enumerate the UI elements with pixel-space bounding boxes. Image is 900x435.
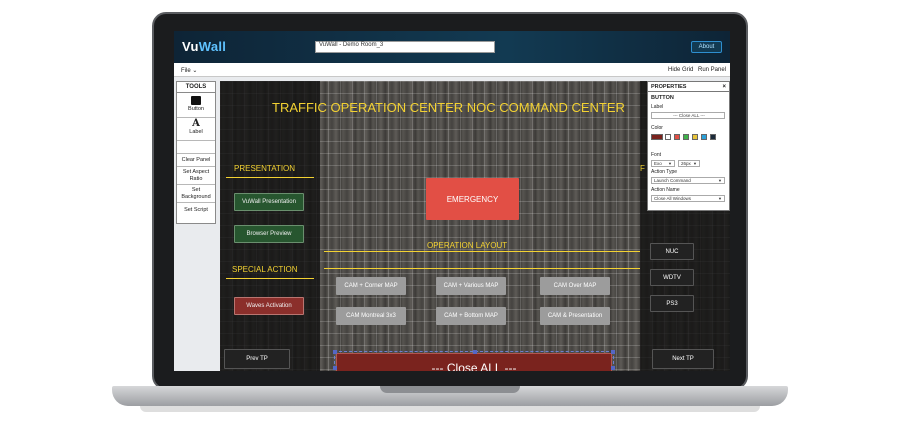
clear-panel-button[interactable]: Clear Panel	[177, 153, 215, 167]
caret-down-icon: ▼	[668, 161, 672, 166]
nuc-button[interactable]: NUC	[650, 243, 694, 260]
font-size-select[interactable]: 26px ▼	[678, 160, 700, 167]
app-header: VuWall VuWall - Demo Room_3 About	[174, 31, 730, 63]
font-caption: Font	[651, 152, 662, 158]
screen: VuWall VuWall - Demo Room_3 About File ⌄…	[174, 31, 730, 371]
color-swatch[interactable]	[701, 134, 707, 140]
canvas-title[interactable]: TRAFFIC OPERATION CENTER NOC COMMAND CEN…	[272, 100, 625, 115]
color-caption: Color	[651, 125, 663, 131]
ps3-button[interactable]: PS3	[650, 295, 694, 312]
hide-grid-button[interactable]: Hide Grid	[668, 67, 693, 73]
letter-a-icon: A	[192, 118, 200, 129]
properties-panel: PROPERTIES × BUTTON Label --- Close ALL …	[647, 81, 730, 211]
color-swatch[interactable]	[710, 134, 716, 140]
color-swatch[interactable]	[674, 134, 680, 140]
presentation-header[interactable]: PRESENTATION	[234, 164, 295, 173]
tool-label[interactable]: A Label	[177, 119, 215, 141]
close-all-button[interactable]: --- Close ALL ---	[336, 353, 612, 371]
color-swatch[interactable]	[665, 134, 671, 140]
browser-preview-button[interactable]: Browser Preview	[234, 225, 304, 243]
action-name-caption: Action Name	[651, 187, 680, 193]
next-tp-button[interactable]: Next TP	[652, 349, 714, 369]
cam-various-map-button[interactable]: CAM + Various MAP	[436, 277, 506, 295]
file-menu[interactable]: File ⌄	[181, 67, 197, 74]
chevron-down-icon: ⌄	[192, 68, 198, 74]
font-select[interactable]: Exo ▼	[651, 160, 675, 167]
special-action-underline	[226, 278, 314, 279]
color-swatch[interactable]	[651, 134, 663, 140]
wdtv-button[interactable]: WDTV	[650, 269, 694, 286]
operation-layout-header[interactable]: OPERATION LAYOUT	[427, 241, 507, 250]
tool-label-label: Label	[189, 129, 203, 135]
operation-bottom-line	[324, 268, 640, 269]
prev-tp-button[interactable]: Prev TP	[224, 349, 290, 369]
about-button[interactable]: About	[691, 41, 722, 53]
waves-activation-button[interactable]: Waves Activation	[234, 297, 304, 315]
tools-title: TOOLS	[177, 82, 215, 93]
close-icon[interactable]: ×	[722, 82, 726, 92]
action-type-select[interactable]: Launch Command ▼	[651, 177, 725, 184]
tool-button-label: Button	[188, 106, 204, 112]
operation-top-line	[324, 251, 640, 252]
set-script-button[interactable]: Set Script	[177, 203, 215, 217]
action-name-select[interactable]: Close All Windows ▼	[651, 195, 725, 202]
tool-button[interactable]: Button	[177, 96, 215, 118]
action-type-caption: Action Type	[651, 169, 678, 175]
run-panel-button[interactable]: Run Panel	[698, 67, 726, 73]
caret-down-icon: ▼	[718, 196, 722, 201]
cam-corner-map-button[interactable]: CAM + Corner MAP	[336, 277, 406, 295]
properties-section: BUTTON	[651, 95, 674, 101]
laptop-shadow	[140, 406, 760, 412]
presentation-underline	[226, 177, 314, 178]
room-name-input[interactable]: VuWall - Demo Room_3	[315, 41, 495, 53]
vuwall-logo: VuWall	[182, 39, 227, 54]
menubar: File ⌄ Hide Grid Run Panel	[174, 63, 730, 77]
emergency-button[interactable]: EMERGENCY	[426, 178, 519, 220]
right-section-header[interactable]: F	[640, 164, 645, 173]
tools-panel: TOOLS Button A Label Clear Panel Set Asp…	[176, 81, 216, 224]
laptop-notch	[380, 386, 520, 393]
properties-header: PROPERTIES ×	[648, 82, 729, 92]
set-background-button[interactable]: Set Background	[177, 185, 215, 203]
laptop-lid: VuWall VuWall - Demo Room_3 About File ⌄…	[152, 12, 748, 390]
color-swatch[interactable]	[692, 134, 698, 140]
cam-montreal-button[interactable]: CAM Montreal 3x3	[336, 307, 406, 325]
vuwall-presentation-button[interactable]: VuWall Presentation	[234, 193, 304, 211]
label-caption: Label	[651, 104, 664, 110]
label-field[interactable]: --- Close ALL ---	[651, 112, 725, 119]
color-swatch[interactable]	[683, 134, 689, 140]
set-aspect-ratio-button[interactable]: Set Aspect Ratio	[177, 167, 215, 185]
special-action-header[interactable]: SPECIAL ACTION	[232, 265, 298, 274]
cam-bottom-map-button[interactable]: CAM + Bottom MAP	[436, 307, 506, 325]
cam-over-map-button[interactable]: CAM Over MAP	[540, 277, 610, 295]
caret-down-icon: ▼	[693, 161, 697, 166]
square-icon	[191, 96, 201, 105]
caret-down-icon: ▼	[718, 178, 722, 183]
cam-presentation-button[interactable]: CAM & Presentation	[540, 307, 610, 325]
